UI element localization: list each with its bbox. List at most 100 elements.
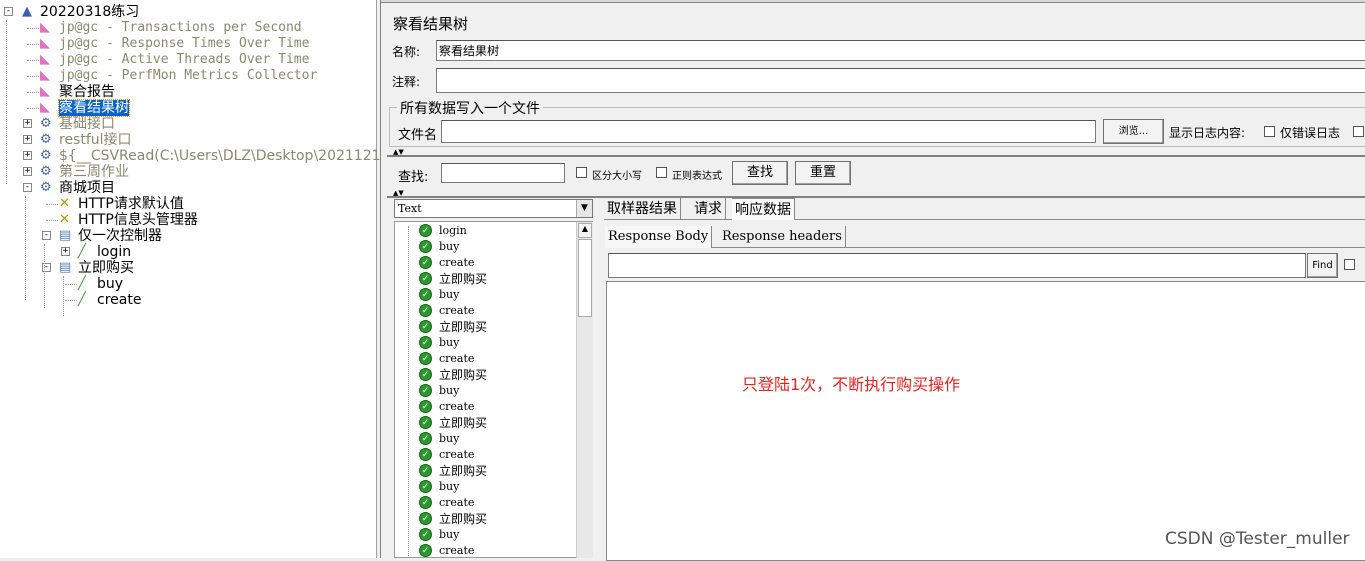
sampler-pipette-icon: ╱ (78, 276, 86, 291)
tab-response-headers[interactable]: Response headers (719, 226, 846, 248)
tree-node[interactable]: jp@gc - Response Times Over Time (59, 36, 309, 52)
thread-group-gear-icon: ⚙ (40, 132, 52, 147)
tree-node[interactable]: ${__CSVRead(C:\Users\DLZ\Desktop\2021121 (59, 148, 381, 164)
result-item[interactable]: 立即购买 (439, 415, 487, 431)
result-item[interactable]: 立即购买 (439, 367, 487, 383)
result-item[interactable]: create (439, 399, 474, 415)
tree-connector (27, 28, 39, 29)
success-check-icon: ✓ (419, 448, 432, 461)
expand-icon[interactable]: + (23, 167, 32, 176)
tree-node-label: jp@gc - PerfMon Metrics Collector (59, 68, 318, 83)
tree-node-label: ${__CSVRead(C:\Users\DLZ\Desktop\2021121 (59, 148, 381, 164)
result-item[interactable]: buy (439, 479, 459, 495)
browse-button[interactable]: 浏览... (1103, 119, 1164, 144)
expand-icon[interactable]: + (23, 151, 32, 160)
expand-icon[interactable]: + (23, 135, 32, 144)
tree-node-label: 仅一次控制器 (78, 228, 162, 244)
result-item[interactable]: 立即购买 (439, 463, 487, 479)
result-item[interactable]: create (439, 447, 474, 463)
tree-node[interactable]: 仅一次控制器 (78, 228, 162, 244)
tree-node[interactable]: restful接口 (59, 132, 132, 148)
successes-only-checkbox[interactable] (1353, 126, 1364, 137)
find-button[interactable]: 查找 (732, 161, 788, 185)
response-search-input[interactable] (608, 253, 1306, 278)
comment-input[interactable] (436, 68, 1365, 93)
result-item[interactable]: buy (439, 335, 459, 351)
renderer-value: Text (398, 202, 422, 215)
test-plan-tree[interactable]: - ▲ 20220318练习 ◣ jp@gc - Transactions per Se… (0, 0, 381, 558)
reset-button[interactable]: 重置 (795, 161, 851, 185)
results-scrollbar[interactable]: ▲ (576, 222, 593, 558)
tree-node[interactable]: 商城项目 (59, 180, 115, 196)
collapse-icon[interactable]: - (4, 7, 13, 16)
tree-connector (25, 196, 26, 300)
tree-node[interactable]: jp@gc - Active Threads Over Time (59, 52, 309, 68)
result-item[interactable]: create (439, 303, 474, 319)
expand-icon[interactable]: + (61, 247, 70, 256)
tree-node-label: 第三周作业 (59, 164, 129, 180)
tab-response-body[interactable]: Response Body (605, 226, 713, 248)
collapse-icon[interactable]: - (42, 231, 51, 240)
tree-node[interactable]: create (97, 292, 141, 308)
panel-title: 察看结果树 (393, 15, 469, 33)
scroll-up-icon[interactable]: ▲ (578, 223, 592, 238)
tree-connector (27, 92, 39, 93)
search-input[interactable] (441, 163, 565, 183)
tree-node[interactable]: 立即购买 (78, 260, 134, 276)
response-find-button[interactable]: Find (1307, 253, 1338, 278)
result-item[interactable]: create (439, 495, 474, 511)
result-item[interactable]: buy (439, 287, 459, 303)
tree-node[interactable]: jp@gc - Transactions per Second (59, 20, 302, 36)
result-item[interactable]: buy (439, 527, 459, 543)
result-item[interactable]: buy (439, 383, 459, 399)
renderer-select[interactable]: Text ▼ (394, 199, 593, 218)
tree-node[interactable]: 察看结果树 (58, 99, 130, 117)
success-check-icon: ✓ (419, 320, 432, 333)
result-item[interactable]: 立即购买 (439, 511, 487, 527)
watermark: CSDN @Tester_muller (1165, 529, 1350, 549)
tree-connector (65, 300, 77, 301)
response-body-area[interactable]: 只登陆1次，不断执行购买操作 (606, 281, 1365, 561)
result-item[interactable]: buy (439, 431, 459, 447)
tree-node[interactable]: buy (97, 276, 123, 292)
name-input[interactable] (436, 40, 1365, 61)
tree-node[interactable]: 20220318练习 (40, 4, 139, 20)
result-item[interactable]: buy (439, 239, 459, 255)
chevron-down-icon[interactable]: ▼ (576, 200, 592, 217)
filename-input[interactable] (441, 120, 1096, 143)
success-check-icon: ✓ (419, 272, 432, 285)
result-item[interactable]: create (439, 351, 474, 367)
success-check-icon: ✓ (419, 480, 432, 493)
regex-checkbox[interactable] (656, 167, 667, 178)
tree-node[interactable]: jp@gc - PerfMon Metrics Collector (59, 68, 317, 84)
annotation-text: 只登陆1次，不断执行购买操作 (742, 375, 961, 394)
splitter[interactable] (387, 155, 1365, 157)
success-check-icon: ✓ (419, 464, 432, 477)
result-item[interactable]: 立即购买 (439, 271, 487, 287)
tree-node-label: 20220318练习 (40, 4, 140, 20)
tab-1[interactable]: 请求 (691, 198, 726, 220)
tree-node[interactable]: 第三周作业 (59, 164, 129, 180)
tree-node-label: buy (97, 276, 124, 292)
case-sensitive-checkbox[interactable] (576, 167, 587, 178)
scroll-thumb[interactable] (578, 239, 592, 317)
success-check-icon: ✓ (419, 304, 432, 317)
response-case-checkbox[interactable] (1344, 259, 1355, 270)
result-item[interactable]: 立即购买 (439, 319, 487, 335)
tab-0[interactable]: 取样器结果 (604, 198, 681, 220)
tree-node[interactable]: 聚合报告 (59, 84, 115, 100)
tree-node[interactable]: login (97, 244, 131, 260)
result-item[interactable]: create (439, 543, 474, 559)
result-item[interactable]: create (439, 255, 474, 271)
tab-2[interactable]: 响应数据 (732, 198, 795, 220)
tree-node[interactable]: 基础接口 (59, 116, 115, 132)
collapse-icon[interactable]: - (23, 183, 32, 192)
result-item[interactable]: login (439, 223, 467, 239)
errors-only-checkbox[interactable] (1264, 126, 1275, 137)
tree-node[interactable]: HTTP请求默认值 (78, 196, 184, 212)
view-results-tree-panel: 察看结果树 名称: 注释: 所有数据写入一个文件 文件名 浏览... 显示日志内… (380, 0, 1365, 561)
tree-node[interactable]: HTTP信息头管理器 (78, 212, 198, 228)
log-content-label: 显示日志内容: (1169, 126, 1246, 140)
controller-icon: ▤ (59, 228, 72, 243)
expand-icon[interactable]: + (23, 119, 32, 128)
